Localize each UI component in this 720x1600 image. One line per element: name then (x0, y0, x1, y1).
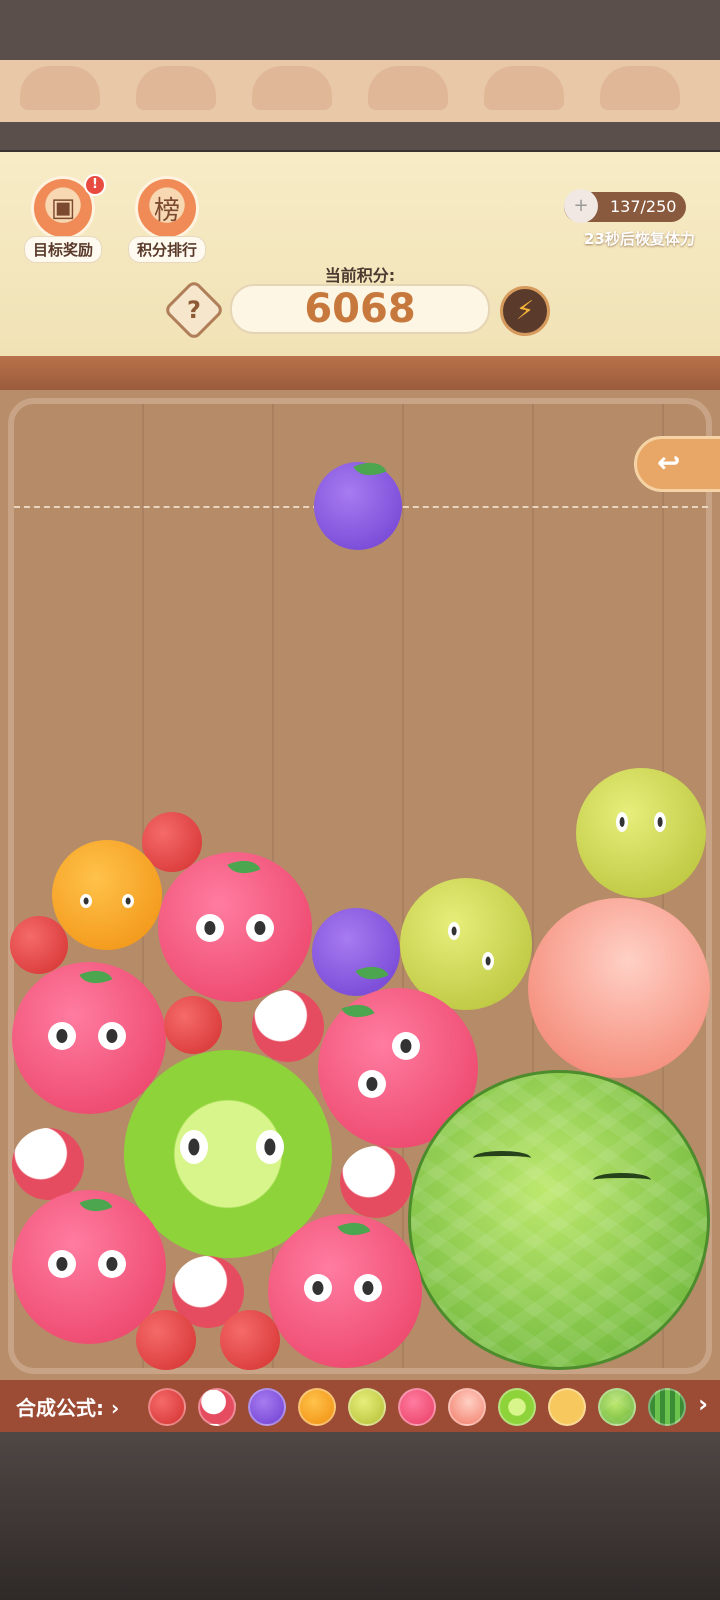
grape-icon (248, 1388, 286, 1426)
orange-icon (298, 1388, 336, 1426)
fruit-eye (48, 1022, 76, 1050)
melon-closed-eye (593, 1173, 651, 1187)
orange-fruit (52, 840, 162, 950)
apple-fruit (268, 1214, 422, 1368)
wall-decoration (484, 66, 564, 110)
lychee-icon (198, 1388, 236, 1426)
wall-decoration (20, 66, 100, 110)
falling-grape[interactable] (314, 454, 402, 550)
fruit-eye (482, 952, 494, 970)
boost-button[interactable]: ⚡ (500, 286, 550, 336)
bottom-wall (0, 1432, 720, 1600)
fruit-eye (122, 894, 134, 908)
fruit-eye (98, 1250, 126, 1278)
melon-closed-eye (473, 1151, 531, 1165)
cherry-fruit (136, 1310, 196, 1370)
wall-decoration (368, 66, 448, 110)
fruit-eye (256, 1130, 284, 1164)
help-icon: ? (187, 296, 201, 324)
lychee-fruit (12, 1128, 84, 1200)
ranking-scroll-text: 榜 (153, 195, 180, 226)
cherry-fruit (164, 996, 222, 1054)
formula-next-arrow[interactable]: › (698, 1390, 708, 1418)
back-button[interactable]: ↩ (634, 436, 720, 492)
alert-badge: ! (84, 174, 106, 196)
fruit-eye (358, 1070, 386, 1098)
fruit-eye (304, 1274, 332, 1302)
stamina-value: 137/250 (610, 197, 677, 216)
stamina-bar[interactable]: + 137/250 (564, 189, 686, 223)
back-arrow-icon: ↩ (657, 446, 681, 479)
watermelon-icon (648, 1388, 686, 1426)
fruit-eye (448, 922, 460, 940)
fruit-eye (354, 1274, 382, 1302)
pineapple-icon (548, 1388, 586, 1426)
fruit-eye (196, 914, 224, 942)
wall-decoration (600, 66, 680, 110)
lychee-fruit (252, 990, 324, 1062)
score-ranking-label: 积分排行 (127, 236, 206, 263)
target-reward-label: 目标奖励 (23, 236, 102, 263)
stamina-icon: + (564, 189, 598, 223)
fruit-eye (246, 914, 274, 942)
fruit-eye (654, 812, 666, 832)
apple-icon (398, 1388, 436, 1426)
leaf-icon (227, 852, 261, 882)
wall-decoration (136, 66, 216, 110)
peach-fruit (528, 898, 710, 1078)
stamina-recover-text: 23秒后恢复体力 (584, 230, 695, 248)
peach-icon (448, 1388, 486, 1426)
formula-label: 合成公式: › (16, 1392, 119, 1421)
lemon-icon (348, 1388, 386, 1426)
formula-arrow: › (110, 1396, 120, 1420)
grape-fruit (312, 908, 400, 996)
top-wall (0, 0, 720, 150)
fruit-eye (616, 812, 628, 832)
wall-decoration (252, 66, 332, 110)
apple-fruit (158, 852, 312, 1002)
fruit-eye (48, 1250, 76, 1278)
cherry-fruit (10, 916, 68, 974)
cherry-fruit (220, 1310, 280, 1370)
score-label: 当前积分: (324, 266, 396, 285)
lemon-fruit (576, 768, 706, 898)
melon-fruit (408, 1070, 710, 1370)
leaf-icon (79, 962, 113, 992)
score-value: 6068 (230, 284, 490, 334)
cherry-icon (148, 1388, 186, 1426)
fruit-eye (98, 1022, 126, 1050)
leaf-icon (79, 1190, 113, 1220)
fruit-eye (392, 1032, 420, 1060)
fruit-eye (180, 1130, 208, 1164)
apple-fruit (12, 962, 166, 1114)
score-ranking-button[interactable]: 榜 积分排行 (124, 176, 210, 263)
ranking-scroll-icon: 榜 (135, 176, 199, 240)
melon-icon (598, 1388, 636, 1426)
fruit-eye (80, 894, 92, 908)
wood-rail (0, 356, 720, 390)
leaf-icon (337, 1214, 371, 1244)
lychee-fruit (340, 1146, 412, 1218)
kiwi-icon (498, 1388, 536, 1426)
lightning-icon: ⚡ (515, 296, 535, 326)
formula-label-text: 合成公式: (16, 1396, 104, 1420)
leaf-icon (355, 958, 389, 988)
